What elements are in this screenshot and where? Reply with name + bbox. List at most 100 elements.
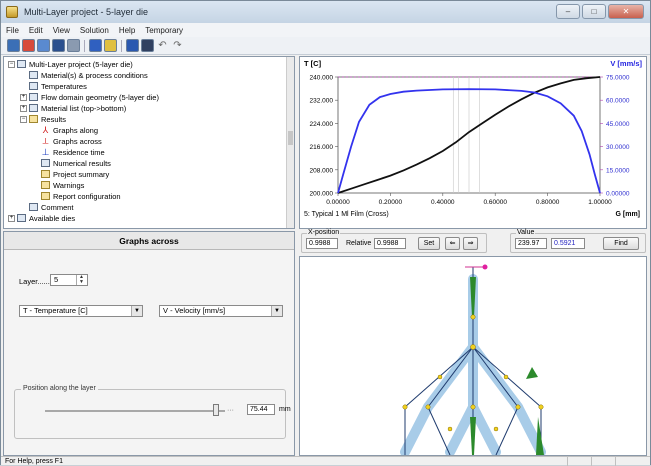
tree-item-label: Temperatures <box>41 81 87 91</box>
maximize-button[interactable]: □ <box>582 4 606 19</box>
x-position-label: X-position <box>307 229 341 236</box>
tree-item[interactable]: Project summary <box>32 169 109 179</box>
y-right-tick-label: 0.00000 <box>606 191 630 198</box>
step-left-button[interactable]: ⇐ <box>445 237 460 250</box>
x-position-input[interactable]: 0.9988 <box>306 238 338 249</box>
dropdown-arrow-icon[interactable]: ▼ <box>271 306 282 316</box>
tree-item[interactable]: ⊥ Residence time <box>32 147 105 157</box>
tree-item[interactable]: Numerical results <box>32 158 111 168</box>
right-variable-select[interactable]: V - Velocity [mm/s] ▼ <box>159 305 283 317</box>
minimize-button[interactable]: – <box>556 4 580 19</box>
tree-item[interactable]: + Flow domain geometry (5-layer die) <box>20 92 159 102</box>
report-icon[interactable] <box>126 39 139 52</box>
doc-icon <box>29 82 38 90</box>
layer-flow-marker <box>536 417 544 455</box>
chart-icon[interactable] <box>104 39 117 52</box>
menu-bar: File Edit View Solution Help Temporary <box>1 23 650 37</box>
y-right-tick-label: 75.0000 <box>606 75 630 82</box>
left-variable-value: T - Temperature [C] <box>23 306 88 315</box>
tree-item[interactable]: ⅄ Graphs along <box>32 125 98 135</box>
value-left-input[interactable]: 239.97 <box>515 238 547 249</box>
relative-input[interactable]: 0.9988 <box>374 238 406 249</box>
new-icon[interactable] <box>7 39 20 52</box>
menu-temporary[interactable]: Temporary <box>140 26 188 35</box>
toolbar: ↶ ↷ <box>1 37 650 55</box>
chart-plot[interactable]: 200.000 208.000 216.000 224.000 232.000 240.0… <box>300 69 646 211</box>
set-button[interactable]: Set <box>418 237 440 250</box>
tree-item-label: Graphs across <box>53 136 102 146</box>
position-slider-track[interactable] <box>45 410 225 412</box>
right-variable-value: V - Velocity [mm/s] <box>163 306 226 315</box>
y-right-tick-label: 15.0000 <box>606 167 630 174</box>
position-group-label: Position along the layer <box>21 385 98 392</box>
layer-flow-marker <box>470 417 476 455</box>
find-button[interactable]: Find <box>603 237 639 250</box>
expand-toggle-icon[interactable]: + <box>8 214 15 222</box>
save-icon[interactable] <box>52 39 65 52</box>
dropdown-arrow-icon[interactable]: ▼ <box>131 306 142 316</box>
report-config-icon <box>41 192 50 200</box>
x-tick-label: 0.00000 <box>326 199 350 206</box>
position-value-input[interactable]: 75.44 <box>247 404 275 415</box>
menu-view[interactable]: View <box>48 26 75 35</box>
die-diagram-panel[interactable] <box>299 256 647 456</box>
tree-item[interactable]: − Multi-Layer project (5-layer die) <box>8 59 133 69</box>
menu-solution[interactable]: Solution <box>75 26 114 35</box>
tree-item-label: Multi-Layer project (5-layer die) <box>29 59 133 69</box>
x-tick-label: 0.60000 <box>483 199 507 206</box>
tree-item[interactable]: Warnings <box>32 180 84 190</box>
expand-toggle-icon[interactable]: + <box>20 93 27 101</box>
undo-icon[interactable]: ↶ <box>156 39 169 52</box>
print-icon[interactable] <box>67 39 80 52</box>
tree-item[interactable]: Temperatures <box>20 81 87 91</box>
tree-item-label: Warnings <box>53 180 85 190</box>
value-right-input[interactable]: 0.5921 <box>551 238 585 249</box>
left-axis-header: T [C] <box>304 59 322 68</box>
slider-tick-marks: ··· <box>227 407 234 414</box>
close-button[interactable]: ✕ <box>608 4 644 19</box>
step-right-button[interactable]: ⇒ <box>463 237 478 250</box>
tree-item-label: Material(s) & process conditions <box>41 70 148 80</box>
tree-item[interactable]: + Available dies <box>8 213 75 223</box>
redo-icon[interactable]: ↷ <box>171 39 184 52</box>
graphs-across-panel: Graphs across Layer............ 5 ▲ ▼ T -… <box>3 231 295 456</box>
project-tree[interactable]: − Multi-Layer project (5-layer die) Materi… <box>3 56 295 229</box>
tree-item-label: Results <box>41 114 67 124</box>
y-left-tick-label: 208.000 <box>310 167 334 174</box>
die-flow-diagram[interactable] <box>300 257 646 455</box>
tree-item[interactable]: Report configuration <box>32 191 121 201</box>
tree-item-label: Report configuration <box>53 191 121 201</box>
tree-item-label: Residence time <box>53 147 105 157</box>
expand-toggle-icon[interactable]: − <box>20 115 27 123</box>
cursor-marker[interactable] <box>482 264 488 270</box>
position-slider-thumb[interactable] <box>213 404 219 416</box>
tree-item-label: Comment <box>41 202 74 212</box>
menu-help[interactable]: Help <box>114 26 140 35</box>
tree-item[interactable]: ⟂ Graphs across <box>32 136 102 146</box>
open-icon[interactable] <box>22 39 35 52</box>
tree-item[interactable]: Material(s) & process conditions <box>20 70 148 80</box>
y-left-tick-label: 232.000 <box>310 98 334 105</box>
layer-flow-marker <box>526 367 538 379</box>
solve-icon[interactable] <box>89 39 102 52</box>
edit-icon[interactable] <box>37 39 50 52</box>
menu-edit[interactable]: Edit <box>24 26 48 35</box>
y-left-tick-label: 200.000 <box>310 191 334 198</box>
tree-item[interactable]: − Results <box>20 114 66 124</box>
x-tick-label: 1.00000 <box>588 199 612 206</box>
expand-toggle-icon[interactable]: + <box>20 104 27 112</box>
tree-item[interactable]: + Material list (top->bottom) <box>20 103 126 113</box>
menu-file[interactable]: File <box>1 26 24 35</box>
y-right-tick-label: 60.0000 <box>606 98 630 105</box>
scroll-thumb[interactable] <box>288 131 293 145</box>
x-tick-label: 0.20000 <box>379 199 403 206</box>
tree-item[interactable]: Comment <box>20 202 74 212</box>
dies-icon <box>17 214 26 222</box>
layer-spin-button[interactable]: ▲ ▼ <box>76 275 86 285</box>
toolbar-separator <box>84 39 85 52</box>
tree-scrollbar[interactable] <box>286 57 294 228</box>
expand-toggle-icon[interactable]: − <box>8 60 15 68</box>
doc-icon <box>29 93 38 101</box>
left-variable-select[interactable]: T - Temperature [C] ▼ <box>19 305 143 317</box>
help-icon[interactable] <box>141 39 154 52</box>
